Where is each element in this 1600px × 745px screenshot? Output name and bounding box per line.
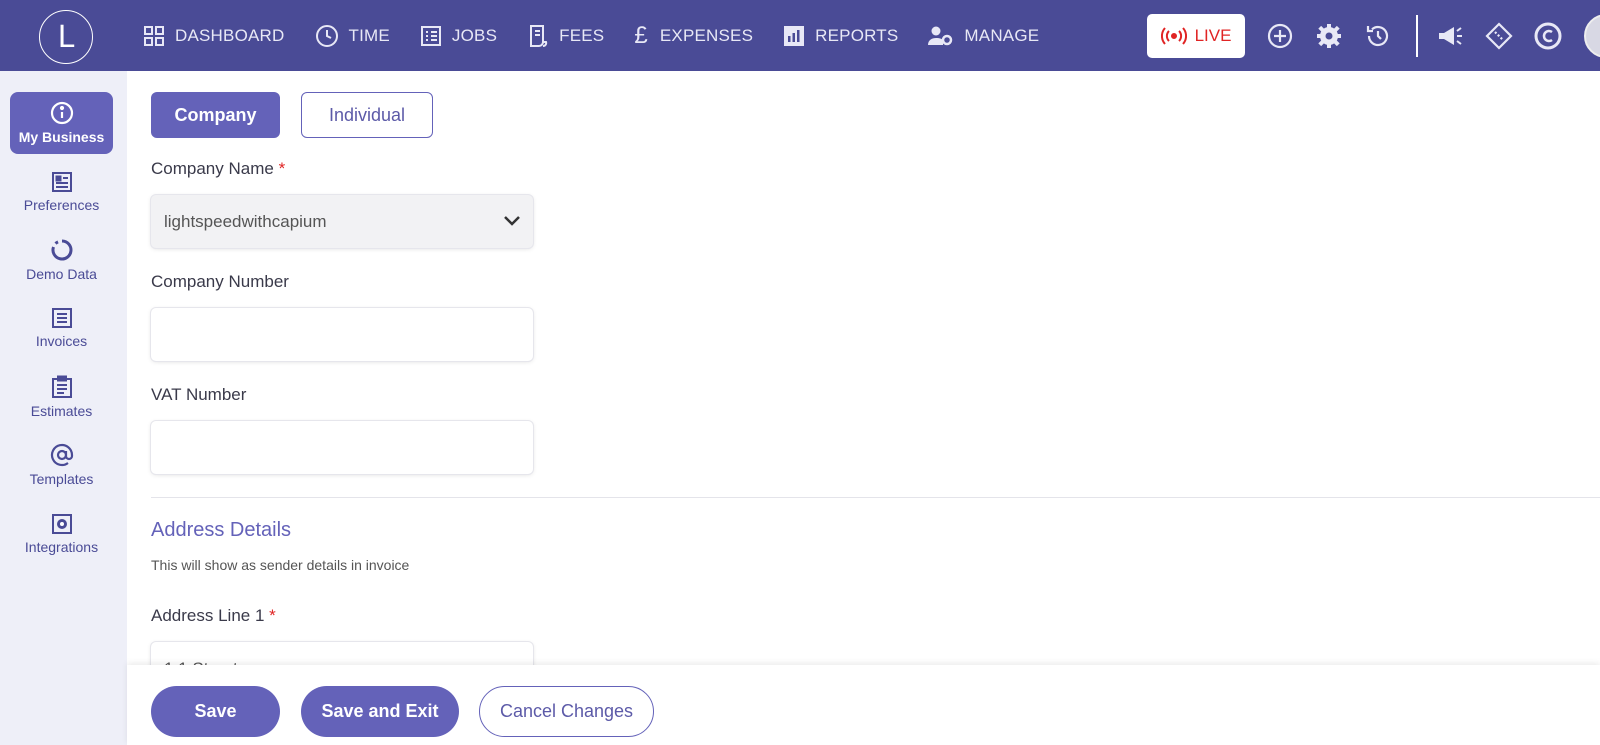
sidebar-item-demo-data[interactable]: Demo Data [10,229,113,291]
nav-label: JOBS [451,25,498,45]
pound-icon: £ [634,21,648,49]
ticket-icon[interactable] [1483,20,1515,52]
nav-expenses[interactable]: £ EXPENSES [634,22,753,50]
tab-company[interactable]: Company [151,92,280,138]
announcement-icon[interactable] [1434,20,1466,52]
top-navigation-bar: L DASHBOARD TIME JOBS FEES £ EXPENSES RE… [0,0,1600,71]
sidebar-item-label: My Business [18,129,105,145]
section-divider [151,497,1600,498]
history-icon[interactable] [1362,20,1394,52]
company-number-field[interactable] [151,308,533,361]
nav-dashboard[interactable]: DASHBOARD [143,25,285,47]
company-number-label: Company Number [151,272,289,291]
broadcast-icon [1160,27,1187,45]
company-name-select[interactable]: lightspeedwithcapium [151,195,533,248]
sidebar-item-preferences[interactable]: Preferences [10,161,113,223]
sidebar-item-my-business[interactable]: My Business [10,92,113,154]
nav-label: REPORTS [815,25,899,45]
clock-icon [315,24,338,47]
integration-icon [51,514,72,534]
company-name-value: lightspeedwithcapium [164,211,327,231]
info-icon [50,101,73,125]
sidebar-item-label: Estimates [30,403,93,419]
capium-icon[interactable] [1532,20,1564,52]
nav-label: TIME [348,25,390,45]
sidebar-item-label: Demo Data [26,266,97,282]
at-icon [50,443,73,467]
add-icon[interactable] [1264,20,1296,52]
company-name-label: Company Name * [151,159,285,179]
sidebar-item-templates[interactable]: Templates [10,434,113,496]
live-label: LIVE [1194,26,1232,45]
nav-time[interactable]: TIME [315,24,390,48]
invoice-icon [51,308,72,328]
sidebar-item-label: Preferences [23,197,100,213]
nav-manage[interactable]: MANAGE [928,25,1039,47]
nav-jobs[interactable]: JOBS [420,25,497,47]
app-logo[interactable]: L [39,10,93,64]
address-details-subtitle: This will show as sender details in invo… [151,557,410,573]
label-text: Address Line 1 [151,606,265,625]
refresh-icon [51,239,72,261]
nav-label: DASHBOARD [175,25,285,45]
sidebar-item-label: Integrations [24,539,99,555]
user-gear-icon [928,26,953,45]
list-icon [420,25,441,46]
tab-individual[interactable]: Individual [301,92,433,138]
form-footer: Save Save and Exit Cancel Changes [127,665,1600,745]
save-and-exit-button[interactable]: Save and Exit [301,686,459,737]
sidebar-item-estimates[interactable]: Estimates [10,366,113,428]
vat-number-label: VAT Number [151,385,247,404]
nav-reports[interactable]: REPORTS [783,25,898,47]
preferences-icon [51,172,72,192]
settings-icon[interactable] [1313,20,1345,52]
live-button[interactable]: LIVE [1147,14,1245,58]
settings-sidebar: My Business Preferences Demo Data Invoic… [0,71,127,745]
sidebar-item-label: Templates [29,471,94,487]
required-marker: * [278,159,286,178]
grid-icon [144,25,164,46]
receipt-icon [530,24,548,47]
save-button[interactable]: Save [151,686,280,737]
vat-number-field[interactable] [151,421,533,474]
nav-label: EXPENSES [659,25,754,45]
main-nav: DASHBOARD TIME JOBS FEES £ EXPENSES REPO… [143,0,1069,71]
nav-label: FEES [559,25,605,45]
chevron-down-icon [504,216,520,226]
address-details-title: Address Details [151,519,292,541]
toolbar-divider [1416,15,1418,57]
required-marker: * [269,606,276,625]
sidebar-item-integrations[interactable]: Integrations [10,503,113,565]
avatar[interactable] [1584,14,1600,58]
address-line1-label: Address Line 1 * [151,606,276,626]
cancel-changes-button[interactable]: Cancel Changes [479,686,654,737]
label-text: Company Name [151,159,274,178]
nav-label: MANAGE [964,25,1040,45]
sidebar-item-label: Invoices [35,333,88,349]
clipboard-icon [51,375,72,398]
nav-fees[interactable]: FEES [527,24,604,48]
chart-icon [784,25,805,46]
sidebar-item-invoices[interactable]: Invoices [10,297,113,359]
main-content: Company Individual Company Name * lights… [127,71,1600,745]
